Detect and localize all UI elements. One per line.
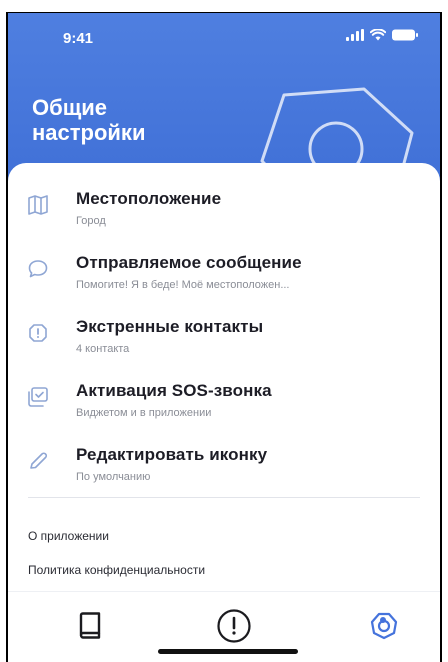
phone-screen: 9:41 Общие настройки Местоположение Горо… [6, 12, 442, 662]
menu-item-subtitle: Помогите! Я в беде! Моё местоположен... [76, 279, 290, 291]
chat-bubble-icon [28, 260, 48, 278]
status-icons [346, 29, 418, 41]
tab-sos[interactable] [214, 606, 254, 646]
divider [28, 497, 420, 498]
book-icon [79, 612, 101, 639]
settings-sheet: Местоположение Город Отправляемое сообще… [8, 163, 440, 613]
tab-settings[interactable] [364, 606, 404, 646]
alert-icon [29, 324, 47, 342]
menu-item-emergency-contacts[interactable]: Экстренные контакты 4 контакта [8, 317, 440, 379]
menu-item-sos-activation[interactable]: Активация SOS-звонка Виджетом и в прилож… [8, 381, 440, 443]
status-time: 9:41 [63, 30, 94, 47]
page-title: Общие настройки [32, 95, 146, 145]
signal-icon [346, 29, 364, 41]
active-tab-indicator [380, 617, 386, 623]
menu-item-subtitle: Виджетом и в приложении [76, 407, 212, 419]
wifi-icon [370, 29, 386, 41]
battery-icon [392, 29, 418, 41]
menu-item-subtitle: Город [76, 215, 106, 227]
home-indicator [158, 649, 298, 654]
map-icon [28, 195, 48, 215]
widget-check-icon [28, 387, 48, 407]
menu-item-title: Отправляемое сообщение [76, 253, 302, 272]
menu-item-title: Экстренные контакты [76, 317, 264, 336]
menu-item-subtitle: По умолчанию [76, 471, 151, 483]
menu-item-title: Местоположение [76, 189, 222, 208]
status-bar: 9:41 [8, 13, 440, 57]
settings-icon [370, 612, 398, 640]
menu-item-title: Активация SOS-звонка [76, 381, 272, 400]
menu-item-location[interactable]: Местоположение Город [8, 189, 440, 251]
pencil-icon [30, 452, 48, 469]
menu-item-title: Редактировать иконку [76, 445, 268, 464]
menu-item-message[interactable]: Отправляемое сообщение Помогите! Я в бед… [8, 253, 440, 315]
menu-item-subtitle: 4 контакта [76, 343, 130, 355]
tab-guide[interactable] [70, 606, 110, 646]
exclamation-circle-icon [217, 609, 251, 643]
privacy-policy-link[interactable]: Политика конфиденциальности [28, 563, 205, 577]
about-link[interactable]: О приложении [28, 529, 109, 543]
